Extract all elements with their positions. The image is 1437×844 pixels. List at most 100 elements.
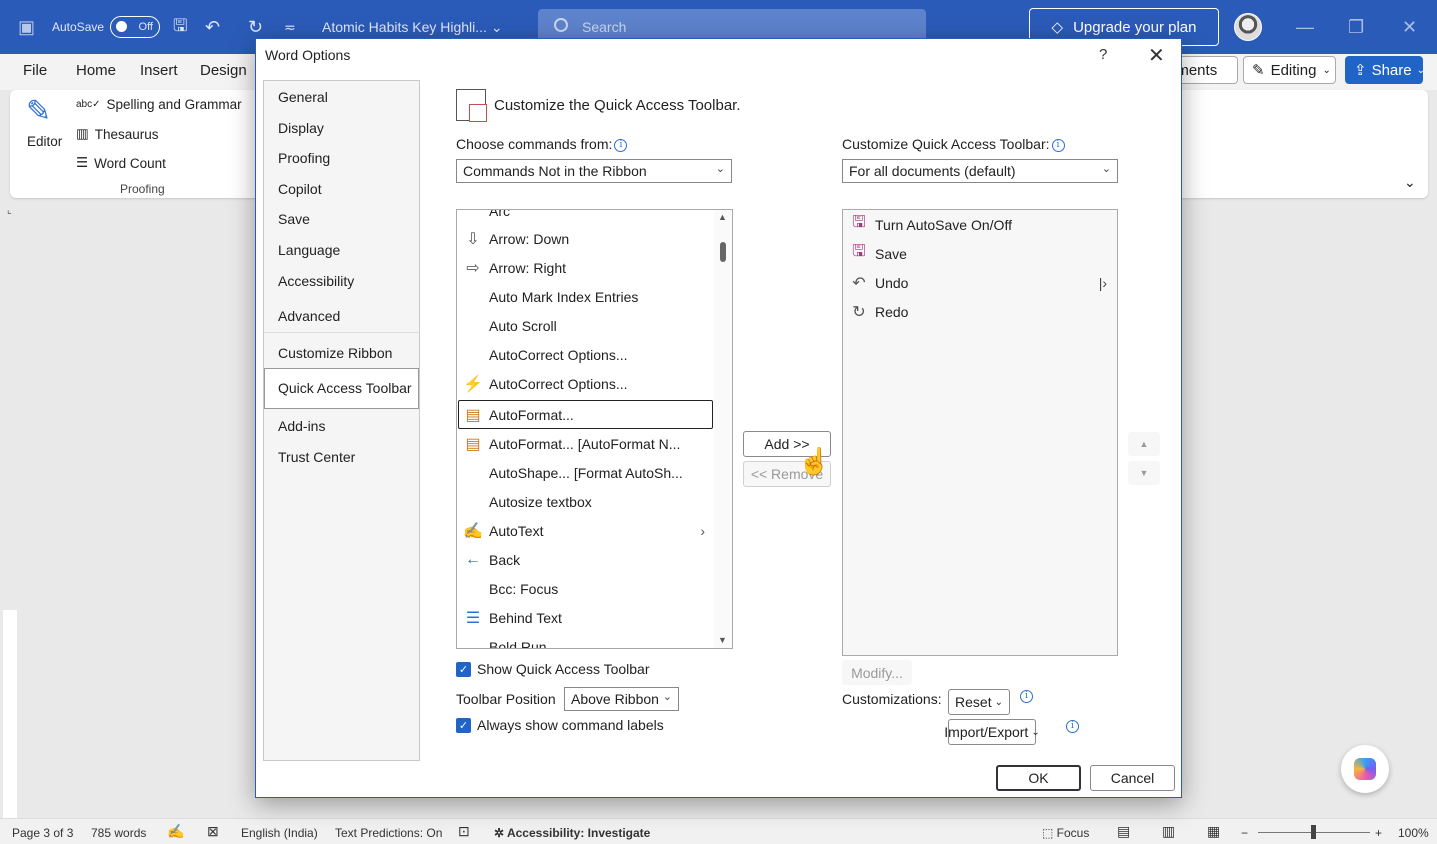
collapse-ribbon-icon[interactable]: ⌄ xyxy=(1404,174,1416,191)
zoom-out-icon[interactable]: − xyxy=(1241,826,1248,840)
read-aloud-icon[interactable]: ⊠ xyxy=(207,823,219,840)
editor-pen-icon[interactable]: ✎ xyxy=(26,94,51,129)
scroll-down-icon[interactable]: ▼ xyxy=(718,635,727,645)
list-item[interactable]: ⇨ Arrow: Right xyxy=(457,253,566,282)
move-down-button[interactable]: ▼ xyxy=(1128,461,1160,485)
list-item-label: Auto Mark Index Entries xyxy=(489,288,639,305)
focus-label: Focus xyxy=(1056,826,1090,840)
show-qat-checkbox[interactable]: ✓ Show Quick Access Toolbar xyxy=(456,661,650,677)
info-icon[interactable]: i xyxy=(1020,690,1033,703)
list-item[interactable]: Bold Run xyxy=(457,632,547,649)
toolbar-position-select[interactable]: Above Ribbon ⌄ xyxy=(564,687,679,711)
nav-item-general[interactable]: General xyxy=(278,89,328,105)
editor-button[interactable]: Editor xyxy=(27,134,62,149)
list-item[interactable]: ↶ Undo |› xyxy=(843,268,1113,297)
restore-icon[interactable]: ❐ xyxy=(1348,17,1364,38)
print-layout-icon[interactable]: ▥ xyxy=(1162,823,1175,840)
minimize-icon[interactable]: — xyxy=(1296,17,1314,38)
language-status[interactable]: English (India) xyxy=(241,826,318,840)
save-icon[interactable]: 🖫 xyxy=(173,0,187,54)
commands-scrollbar[interactable]: ▲ ▼ xyxy=(714,210,732,648)
zoom-slider-thumb[interactable] xyxy=(1311,825,1316,839)
list-item[interactable]: Auto Mark Index Entries xyxy=(457,282,638,311)
nav-item-customize-ribbon[interactable]: Customize Ribbon xyxy=(278,345,392,361)
nav-item-display[interactable]: Display xyxy=(278,120,324,136)
customize-qat-select[interactable]: For all documents (default) ⌄ xyxy=(842,159,1118,183)
tab-insert[interactable]: Insert xyxy=(140,62,178,79)
nav-item-trust-center[interactable]: Trust Center xyxy=(278,449,355,465)
list-item[interactable]: AutoCorrect Options... xyxy=(457,340,628,369)
list-item[interactable]: ⚡ AutoCorrect Options... xyxy=(457,369,627,398)
nav-item-copilot[interactable]: Copilot xyxy=(278,181,322,197)
nav-item-language[interactable]: Language xyxy=(278,242,340,258)
scrollbar-thumb[interactable] xyxy=(720,242,726,262)
cancel-button[interactable]: Cancel xyxy=(1090,765,1175,791)
focus-button[interactable]: ⬚ Focus xyxy=(1042,826,1089,840)
proofing-status-icon[interactable]: ✍ xyxy=(167,823,184,840)
list-item[interactable]: Auto Scroll xyxy=(457,311,557,340)
list-item[interactable]: ↻ Redo xyxy=(843,297,908,326)
undo-icon[interactable]: ↶ xyxy=(205,0,220,54)
accessibility-status[interactable]: ✲ Accessibility: Investigate xyxy=(494,826,650,840)
read-mode-icon[interactable]: ▤ xyxy=(1117,823,1130,840)
import-export-button[interactable]: Import/Export ⌄ xyxy=(944,719,1040,745)
always-show-labels-checkbox[interactable]: ✓ Always show command labels xyxy=(456,717,664,733)
choose-commands-select[interactable]: Commands Not in the Ribbon ⌄ xyxy=(456,159,732,183)
word-count[interactable]: 785 words xyxy=(91,826,146,840)
tab-design[interactable]: Design xyxy=(200,62,247,79)
macro-icon[interactable]: ⊡ xyxy=(458,823,470,840)
zoom-level[interactable]: 100% xyxy=(1398,826,1429,840)
qat-items-list[interactable]: 🖫 Turn AutoSave On/Off 🖫 Save ↶ Undo |› ↻ Red… xyxy=(842,209,1118,656)
scroll-up-icon[interactable]: ▲ xyxy=(718,212,727,222)
autosave-label: AutoSave xyxy=(52,20,105,34)
list-item[interactable]: Autosize textbox xyxy=(457,487,592,516)
info-icon[interactable]: i xyxy=(1066,720,1079,733)
modify-button[interactable]: Modify... xyxy=(842,660,912,685)
editing-button[interactable]: ✎ Editing ⌄ xyxy=(1243,56,1336,84)
web-layout-icon[interactable]: ▦ xyxy=(1207,823,1220,840)
list-item-label: AutoShape... [Format AutoSh... xyxy=(489,464,683,481)
qat-customize-icon xyxy=(456,89,487,122)
list-item[interactable]: ▤ AutoFormat... [AutoFormat N... xyxy=(457,429,680,458)
nav-item-add-ins[interactable]: Add-ins xyxy=(278,418,325,434)
ok-button[interactable]: OK xyxy=(996,765,1081,791)
choose-commands-value: Commands Not in the Ribbon xyxy=(463,163,647,179)
nav-item-accessibility[interactable]: Accessibility xyxy=(278,273,354,289)
list-item-label: Undo xyxy=(875,274,909,291)
list-item[interactable]: ← Back xyxy=(457,545,520,574)
avatar[interactable] xyxy=(1234,13,1262,41)
autosave-toggle[interactable]: Off xyxy=(110,16,160,38)
list-item[interactable]: 🖫 Turn AutoSave On/Off xyxy=(843,210,1012,239)
list-item[interactable]: ⇩ Arrow: Down xyxy=(457,224,569,253)
thesaurus-button[interactable]: ▥ Thesaurus xyxy=(76,126,159,142)
nav-item-quick-access-toolbar[interactable]: Quick Access Toolbar xyxy=(278,380,412,396)
list-item[interactable]: AutoShape... [Format AutoSh... xyxy=(457,458,683,487)
list-item[interactable]: Bcc: Focus xyxy=(457,574,558,603)
share-button[interactable]: ⇪ Share ⌄ xyxy=(1345,56,1425,84)
move-up-button[interactable]: ▲ xyxy=(1128,432,1160,456)
info-icon[interactable]: i xyxy=(1051,139,1065,152)
move-up-icon: ▲ xyxy=(1139,439,1149,449)
info-icon[interactable]: i xyxy=(614,139,628,152)
reset-button[interactable]: Reset ⌄ xyxy=(948,689,1010,715)
list-item[interactable]: 🖫 Save xyxy=(843,239,907,268)
nav-item-save[interactable]: Save xyxy=(278,211,310,227)
tab-home[interactable]: Home xyxy=(76,62,116,79)
list-item[interactable]: ✍ AutoText › xyxy=(457,516,715,545)
zoom-in-icon[interactable]: + xyxy=(1375,826,1382,840)
text-predictions-status[interactable]: Text Predictions: On xyxy=(335,826,442,840)
word-count-button[interactable]: ☰ Word Count xyxy=(76,155,166,171)
list-item[interactable]: ☰ Behind Text xyxy=(457,603,562,632)
tab-stop-icon[interactable]: ⌞ xyxy=(7,205,12,216)
spelling-button[interactable]: abc✓ Spelling and Grammar xyxy=(76,97,242,112)
tab-file[interactable]: File xyxy=(23,62,47,79)
dialog-close-button[interactable]: ✕ xyxy=(1148,43,1165,68)
window-close-icon[interactable]: ✕ xyxy=(1402,17,1417,38)
copilot-icon[interactable] xyxy=(1341,745,1389,793)
nav-item-proofing[interactable]: Proofing xyxy=(278,150,330,166)
page-count[interactable]: Page 3 of 3 xyxy=(12,826,73,840)
nav-item-advanced[interactable]: Advanced xyxy=(278,308,340,324)
commands-list[interactable]: ⌒ Arc ⇩ Arrow: Down ⇨ Arrow: Right Auto Mar… xyxy=(456,209,733,649)
list-item[interactable]: ⌒ Arc xyxy=(457,210,510,225)
help-button[interactable]: ? xyxy=(1099,46,1107,63)
